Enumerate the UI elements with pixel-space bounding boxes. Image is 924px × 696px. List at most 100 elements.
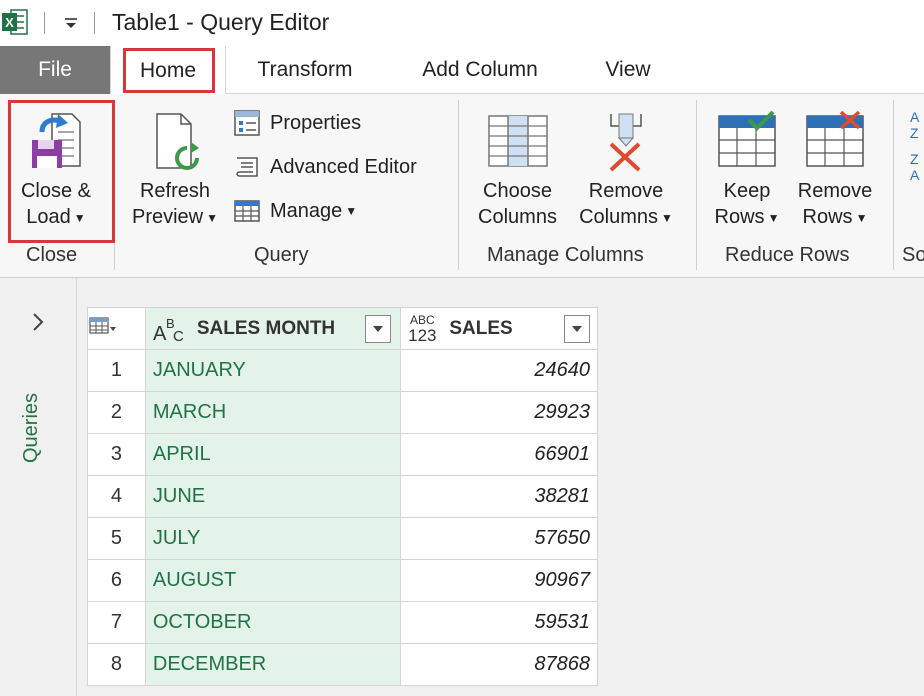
cell-sales[interactable]: 29923 <box>400 391 598 434</box>
choose-columns-label-line2: Columns <box>478 206 557 228</box>
group-label-reduce-rows: Reduce Rows <box>725 244 850 266</box>
row-number: 4 <box>87 475 146 518</box>
column-filter-dropdown[interactable] <box>364 315 391 343</box>
group-label-close: Close <box>26 244 78 266</box>
svg-text:X: X <box>5 15 14 30</box>
tab-transform[interactable]: Transform <box>240 46 370 94</box>
qat-separator <box>94 12 95 34</box>
cell-sales-month[interactable]: AUGUST <box>144 559 402 602</box>
column-header-sales-month[interactable]: A B C SALES MONTH <box>144 307 402 350</box>
remove-columns-button[interactable]: Remove Columns ▼ <box>570 110 682 231</box>
refresh-preview-label-line2: Preview ▼ <box>131 206 219 228</box>
advanced-editor-label: Advanced Editor <box>270 155 417 178</box>
tab-file[interactable]: File <box>0 46 110 94</box>
keep-rows-label-line1: Keep <box>723 180 771 202</box>
table-menu-cell[interactable] <box>87 307 146 350</box>
column-filter-dropdown[interactable] <box>564 315 591 343</box>
cell-sales-month[interactable]: DECEMBER <box>144 643 402 686</box>
table-row[interactable]: 1 JANUARY 24640 <box>87 349 598 392</box>
dropdown-caret-icon: ▼ <box>206 210 219 225</box>
cell-sales-month[interactable]: JANUARY <box>144 349 402 392</box>
keep-rows-icon <box>718 110 776 167</box>
dropdown-arrow-icon <box>372 326 383 332</box>
excel-icon: X <box>2 9 28 35</box>
home-tab-highlight <box>123 48 215 93</box>
remove-rows-label-line1: Remove <box>797 180 873 202</box>
remove-rows-button[interactable]: Remove Rows ▼ <box>790 110 880 231</box>
svg-text:Z: Z <box>910 151 919 167</box>
manage-table-icon <box>234 200 260 222</box>
tab-add-column[interactable]: Add Column <box>400 46 560 94</box>
properties-label: Properties <box>270 111 362 134</box>
svg-text:A: A <box>910 167 920 183</box>
expand-chevron-icon[interactable] <box>28 310 48 334</box>
queries-pane-label[interactable]: Queries <box>20 373 43 463</box>
group-label-query: Query <box>254 244 309 266</box>
row-number: 8 <box>87 643 146 686</box>
dropdown-caret-icon: ▼ <box>855 210 868 225</box>
svg-text:A: A <box>910 109 920 125</box>
dropdown-caret-icon: ▼ <box>345 204 358 218</box>
window-title: Table1 - Query Editor <box>112 9 330 35</box>
advanced-editor-icon <box>236 157 258 177</box>
text-type-icon[interactable]: A B C <box>153 314 187 344</box>
svg-text:Z: Z <box>910 125 919 141</box>
cell-sales[interactable]: 24640 <box>400 349 598 392</box>
cell-sales-month[interactable]: APRIL <box>144 433 402 476</box>
table-row[interactable]: 2 MARCH 29923 <box>87 391 598 434</box>
group-separator <box>458 100 459 270</box>
advanced-editor-button[interactable]: Advanced Editor <box>232 152 417 182</box>
cell-sales[interactable]: 59531 <box>400 601 598 644</box>
remove-columns-label-line1: Remove <box>588 180 664 202</box>
customize-quick-access-icon[interactable] <box>60 10 82 36</box>
cell-sales[interactable]: 87868 <box>400 643 598 686</box>
choose-columns-label-line1: Choose <box>483 180 552 202</box>
cell-sales-month[interactable]: MARCH <box>144 391 402 434</box>
column-header-sales[interactable]: ABC 123 SALES <box>400 307 598 350</box>
remove-rows-label-line2: Rows ▼ <box>802 206 868 228</box>
queries-pane: Queries <box>0 278 77 696</box>
dropdown-caret-icon: ▼ <box>661 210 673 225</box>
group-separator <box>696 100 697 270</box>
cell-sales-month[interactable]: JUNE <box>144 475 402 518</box>
cell-sales[interactable]: 90967 <box>400 559 598 602</box>
refresh-preview-button[interactable]: Refresh Preview ▼ <box>126 110 224 231</box>
row-number: 3 <box>87 433 146 476</box>
row-number: 5 <box>87 517 146 560</box>
group-label-manage-columns: Manage Columns <box>487 244 644 266</box>
refresh-preview-icon <box>156 113 199 170</box>
table-row[interactable]: 5 JULY 57650 <box>87 517 598 560</box>
table-row[interactable]: 7 OCTOBER 59531 <box>87 601 598 644</box>
table-row[interactable]: 3 APRIL 66901 <box>87 433 598 476</box>
manage-button[interactable]: Manage ▼ <box>232 196 357 226</box>
cell-sales[interactable]: 38281 <box>400 475 598 518</box>
cell-sales-month[interactable]: OCTOBER <box>144 601 402 644</box>
column-name: SALES <box>449 317 513 339</box>
sort-ascending-icon[interactable]: A Z Z A <box>908 108 924 188</box>
cell-sales-month[interactable]: JULY <box>144 517 402 560</box>
table-row[interactable]: 8 DECEMBER 87868 <box>87 643 598 686</box>
cell-sales[interactable]: 57650 <box>400 517 598 560</box>
any-type-icon[interactable]: ABC 123 <box>405 313 439 344</box>
tab-view[interactable]: View <box>588 46 668 94</box>
properties-button[interactable]: Properties <box>232 108 361 138</box>
table-row[interactable]: 6 AUGUST 90967 <box>87 559 598 602</box>
keep-rows-button[interactable]: Keep Rows ▼ <box>704 110 790 231</box>
table-menu-icon[interactable] <box>88 315 118 337</box>
remove-columns-label-line2: Columns ▼ <box>579 206 673 228</box>
cell-sales[interactable]: 66901 <box>400 433 598 476</box>
close-load-highlight <box>8 100 115 243</box>
row-number: 1 <box>87 349 146 392</box>
choose-columns-button[interactable]: Choose Columns <box>470 110 565 230</box>
table-row[interactable]: 4 JUNE 38281 <box>87 475 598 518</box>
dropdown-arrow-icon <box>572 326 583 332</box>
row-number: 6 <box>87 559 146 602</box>
qat-separator <box>44 12 45 34</box>
choose-columns-icon <box>487 115 548 167</box>
title-bar: X Table1 - Query Editor <box>0 0 924 46</box>
remove-rows-icon <box>806 110 864 167</box>
dropdown-caret-icon: ▼ <box>767 210 780 225</box>
row-number: 2 <box>87 391 146 434</box>
properties-icon <box>234 110 260 136</box>
column-name: SALES MONTH <box>196 317 336 339</box>
